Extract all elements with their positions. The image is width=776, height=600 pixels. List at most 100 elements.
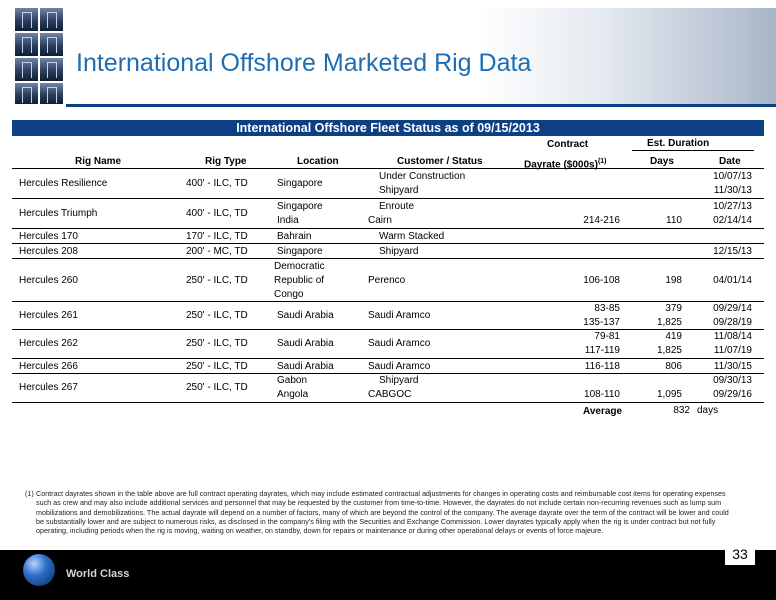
days-cell: 806: [665, 361, 682, 372]
rig-type-cell: 200' - MC, TD: [186, 246, 248, 257]
location-cell: Saudi Arabia: [277, 361, 334, 372]
status-cell: Under Construction: [379, 171, 466, 182]
rig-type-cell: 250' - ILC, TD: [186, 275, 248, 286]
date-cell: 10/27/13: [713, 201, 752, 212]
status-cell: Shipyard: [379, 246, 419, 257]
dayrate-cell: 116-118: [584, 361, 620, 372]
footnote-text: Contract dayrates shown in the table abo…: [36, 489, 729, 536]
status-cell: CABGOC: [368, 389, 412, 400]
divider: [12, 168, 764, 169]
days-cell: 379: [665, 303, 682, 314]
days-cell: 1,095: [656, 389, 682, 400]
date-cell: 11/30/13: [713, 185, 752, 196]
date-cell: 09/30/13: [713, 375, 752, 386]
rig-type-cell: 400' - ILC, TD: [186, 208, 248, 219]
col-header-rig-type: Rig Type: [205, 156, 247, 167]
average-label: Average: [583, 406, 623, 417]
days-cell: 419: [665, 331, 682, 342]
date-cell: 02/14/14: [713, 215, 752, 226]
location-cell: Singapore: [277, 201, 323, 212]
rig-type-cell: 400' - ILC, TD: [186, 178, 248, 189]
divider: [12, 358, 764, 359]
footnote-number: (1): [25, 489, 34, 498]
rig-photo: [40, 58, 63, 81]
page-number: 33: [732, 546, 748, 562]
date-cell: 11/07/19: [713, 345, 752, 356]
col-header-location: Location: [297, 156, 339, 167]
status-cell: Warm Stacked: [379, 231, 445, 242]
rig-photo: [15, 33, 38, 56]
location-cell: Republic of: [274, 275, 325, 286]
days-cell: 1,825: [656, 345, 682, 356]
footnote: (1) Contract dayrates shown in the table…: [25, 489, 736, 536]
status-cell: Shipyard: [379, 185, 419, 196]
date-cell: 10/07/13: [713, 171, 752, 182]
col-header-date: Date: [719, 156, 741, 167]
location-cell: Bahrain: [277, 231, 312, 242]
status-cell: Shipyard: [379, 375, 419, 386]
rig-type-cell: 250' - ILC, TD: [186, 338, 248, 349]
rig-name-cell: Hercules 170: [19, 231, 78, 242]
location-cell: Congo: [274, 289, 304, 300]
divider: [12, 258, 764, 259]
status-cell: Saudi Aramco: [368, 338, 431, 349]
rig-name-cell: Hercules 262: [19, 338, 78, 349]
footer-tagline: World Class: [66, 568, 130, 580]
dayrate-cell: 79-81: [594, 331, 620, 342]
dayrate-cell: 83-85: [594, 303, 620, 314]
rig-name-cell: Hercules 260: [19, 275, 78, 286]
status-cell: Cairn: [368, 215, 392, 226]
status-cell: Saudi Aramco: [368, 310, 431, 321]
location-cell: Angola: [277, 389, 309, 400]
date-cell: 11/30/15: [713, 361, 752, 372]
divider: [632, 150, 754, 151]
status-cell: Enroute: [379, 201, 415, 212]
col-header-days: Days: [650, 156, 674, 167]
rig-photo: [40, 83, 63, 104]
header-photo-collage: [15, 8, 63, 104]
average-days-value: 832: [673, 405, 690, 416]
rig-photo: [40, 33, 63, 56]
rig-name-cell: Hercules 261: [19, 310, 78, 321]
date-cell: 09/29/16: [713, 389, 752, 400]
rig-type-cell: 250' - ILC, TD: [186, 382, 248, 393]
footnote-marker: (1): [597, 158, 607, 165]
col-header-rig-name: Rig Name: [75, 156, 122, 167]
divider: [12, 198, 764, 199]
divider: [12, 243, 764, 244]
location-cell: Singapore: [277, 178, 323, 189]
location-cell: Singapore: [277, 246, 323, 257]
date-cell: 09/29/14: [713, 303, 752, 314]
location-cell: India: [277, 215, 299, 226]
rig-photo: [15, 83, 38, 104]
rig-name-cell: Hercules 208: [19, 246, 78, 257]
rig-photo: [40, 8, 63, 31]
rig-type-cell: 250' - ILC, TD: [186, 310, 248, 321]
date-cell: 09/28/19: [713, 317, 752, 328]
days-cell: 198: [665, 275, 682, 286]
days-cell: 1,825: [656, 317, 682, 328]
dayrate-cell: 106-108: [583, 275, 620, 286]
rig-name-cell: Hercules 266: [19, 361, 78, 372]
date-cell: 04/01/14: [713, 275, 752, 286]
dayrate-cell: 135-137: [583, 317, 620, 328]
status-cell: Saudi Aramco: [368, 361, 431, 372]
location-cell: Saudi Arabia: [277, 338, 334, 349]
date-cell: 11/08/14: [713, 331, 752, 342]
rig-name-cell: Hercules 267: [19, 382, 78, 393]
globe-icon: [23, 554, 55, 586]
col-header-contract: Contract: [547, 139, 589, 150]
col-header-est-duration: Est. Duration: [647, 138, 710, 149]
page-title: International Offshore Marketed Rig Data: [76, 49, 532, 77]
divider: [12, 402, 764, 403]
table-heading: International Offshore Fleet Status as o…: [12, 120, 764, 136]
location-cell: Saudi Arabia: [277, 310, 334, 321]
rig-name-cell: Hercules Resilience: [19, 178, 108, 189]
dayrate-cell: 117-119: [584, 345, 620, 356]
location-cell: Gabon: [277, 375, 308, 386]
date-cell: 12/15/13: [713, 246, 752, 257]
rig-name-cell: Hercules Triumph: [19, 208, 98, 219]
location-cell: Democratic: [274, 261, 325, 272]
rig-photo: [15, 8, 38, 31]
rig-photo: [15, 58, 38, 81]
